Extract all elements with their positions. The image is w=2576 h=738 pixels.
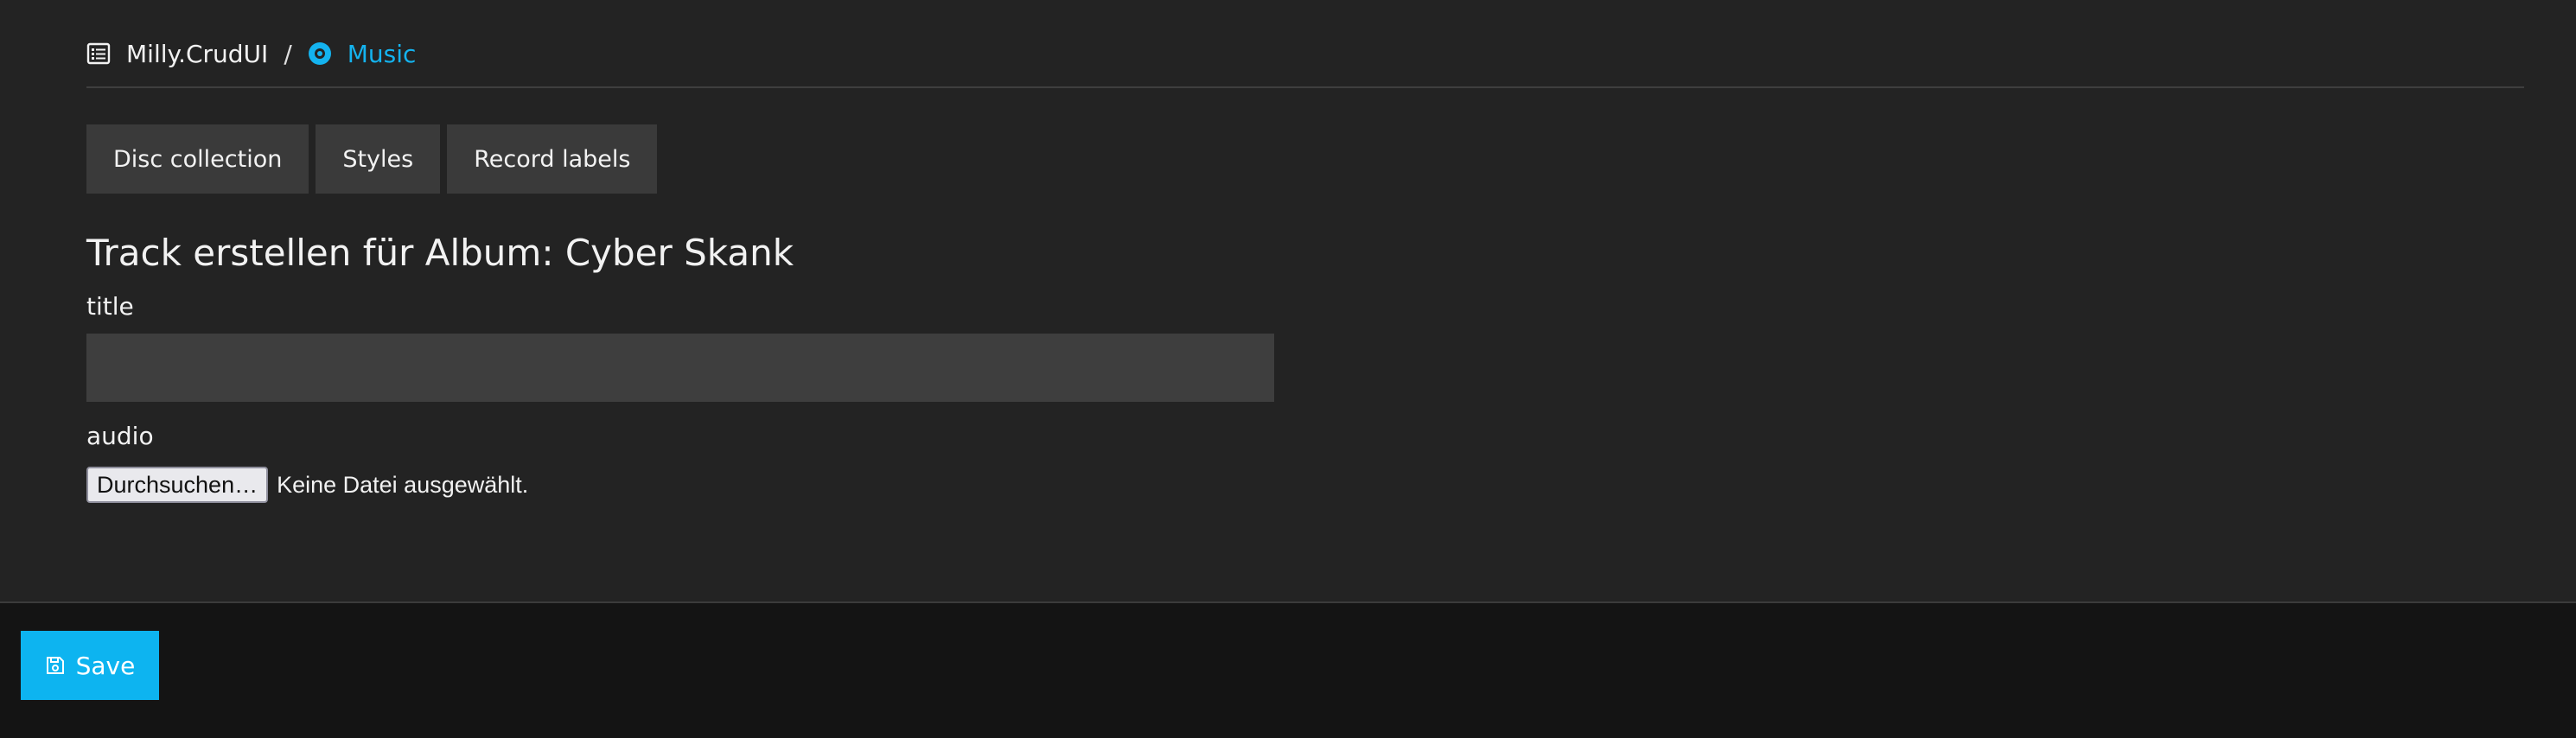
tab-bar: Disc collection Styles Record labels	[86, 124, 658, 194]
disc-icon	[308, 41, 332, 66]
file-status-text: Keine Datei ausgewählt.	[277, 471, 529, 498]
save-button[interactable]: Save	[21, 631, 159, 700]
title-input[interactable]	[86, 334, 1274, 402]
tab-disc-collection[interactable]: Disc collection	[86, 124, 309, 194]
save-button-label: Save	[75, 651, 136, 680]
breadcrumb-current[interactable]: Music	[348, 40, 417, 68]
audio-label: audio	[86, 422, 154, 450]
page-title: Track erstellen für Album: Cyber Skank	[86, 232, 794, 274]
breadcrumb-separator: /	[284, 39, 292, 68]
main-content: Milly.CrudUI / Music Disc collection Sty…	[0, 0, 2576, 601]
browse-button[interactable]: Durchsuchen…	[86, 467, 269, 503]
tab-record-labels[interactable]: Record labels	[447, 124, 658, 194]
audio-file-picker: Durchsuchen… Keine Datei ausgewählt.	[86, 467, 528, 503]
breadcrumb: Milly.CrudUI / Music	[86, 36, 416, 71]
title-label: title	[86, 292, 134, 321]
floppy-disk-icon	[45, 655, 66, 676]
tab-styles[interactable]: Styles	[316, 124, 441, 194]
footer-bar: Save	[0, 603, 2576, 738]
header-divider	[86, 86, 2524, 88]
breadcrumb-app-link[interactable]: Milly.CrudUI	[126, 40, 268, 68]
list-icon	[86, 41, 111, 66]
